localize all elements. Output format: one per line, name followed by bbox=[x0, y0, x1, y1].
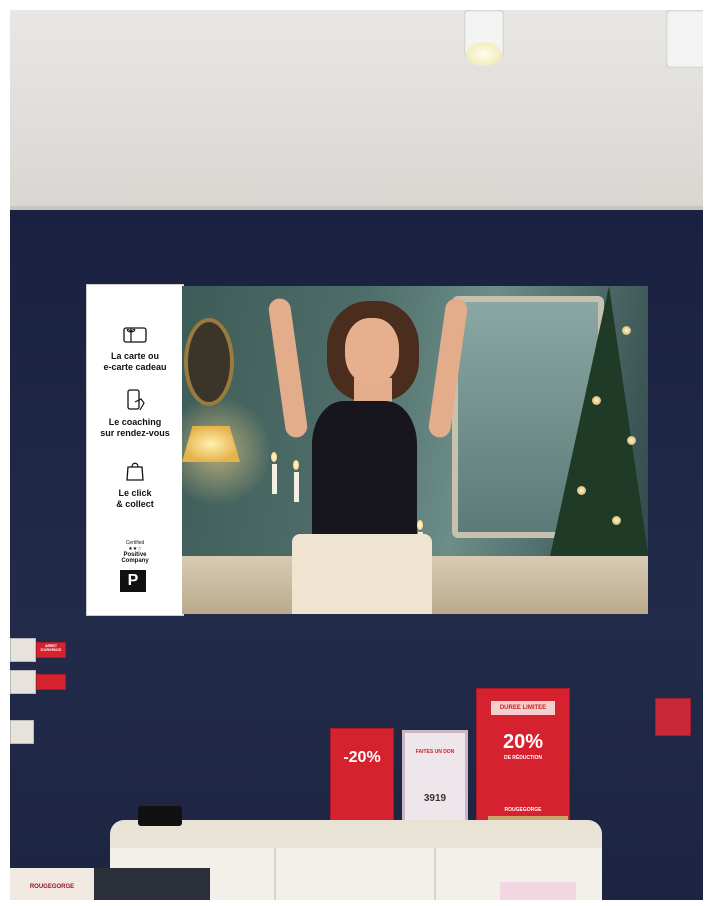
services-panel: La carte ou e-carte cadeau Le coaching s… bbox=[86, 284, 184, 616]
certified-badge: Certified ★★☆ Positive Company bbox=[87, 540, 183, 564]
service-label: Le click & collect bbox=[116, 488, 154, 509]
store-photo: La carte ou e-carte cadeau Le coaching s… bbox=[10, 10, 703, 900]
campaign-photo bbox=[182, 286, 648, 614]
promo-sign: DUREE LIMITEE 20% DE RÉDUCTION ROUGEGORG… bbox=[476, 688, 570, 822]
service-click-collect: Le click & collect bbox=[87, 460, 183, 510]
promo-header: DUREE LIMITEE bbox=[491, 701, 555, 715]
counter-divider bbox=[274, 848, 276, 900]
counter-top bbox=[110, 820, 602, 850]
positive-company-logo: P bbox=[120, 570, 146, 592]
promo-subtitle: DE RÉDUCTION bbox=[503, 755, 543, 761]
qr-card bbox=[500, 882, 576, 900]
shopping-bag-icon bbox=[126, 462, 144, 481]
donation-number: 3919 bbox=[423, 793, 447, 804]
ornament bbox=[612, 516, 621, 525]
phone-device bbox=[138, 806, 182, 826]
service-coaching: Le coaching sur rendez-vous bbox=[87, 389, 183, 439]
donation-sign: FAITES UN DON 3919 bbox=[402, 730, 468, 828]
company-text: Company bbox=[121, 558, 149, 564]
ornament bbox=[622, 326, 631, 335]
fire-safety-sign bbox=[655, 698, 691, 736]
counter-divider bbox=[434, 848, 436, 900]
candle-flame bbox=[271, 452, 277, 462]
arm bbox=[267, 297, 309, 439]
service-label: Le coaching sur rendez-vous bbox=[100, 417, 170, 438]
gift-card-icon bbox=[123, 327, 147, 343]
emergency-stop-sign: ARRET D'URGENCE bbox=[36, 642, 66, 658]
red-label bbox=[36, 674, 66, 690]
promo-brand: ROUGEGORGE bbox=[504, 807, 542, 813]
spotlight bbox=[666, 10, 703, 68]
spotlight-glow bbox=[466, 42, 502, 66]
candle bbox=[294, 472, 299, 502]
wall-switch bbox=[10, 638, 36, 662]
wall-outlet bbox=[10, 720, 34, 744]
ornament bbox=[592, 396, 601, 405]
candle-flame bbox=[293, 460, 299, 470]
urgence-text: D'URGENCE bbox=[40, 648, 62, 652]
candle bbox=[272, 464, 277, 494]
service-gift-card: La carte ou e-carte cadeau bbox=[87, 323, 183, 373]
service-label: La carte ou e-carte cadeau bbox=[103, 351, 167, 372]
discount-text: -20% bbox=[343, 749, 381, 766]
wall-portrait bbox=[184, 318, 234, 406]
desk-label: ROUGEGORGE bbox=[10, 868, 94, 900]
donation-title: FAITES UN DON bbox=[415, 749, 455, 755]
candle-flame bbox=[417, 520, 423, 530]
phone-hand-icon bbox=[127, 389, 145, 411]
ceiling bbox=[10, 10, 703, 210]
ornament bbox=[627, 436, 636, 445]
desk-brand: ROUGEGORGE bbox=[29, 884, 75, 890]
promo-percent: 20% bbox=[502, 731, 544, 753]
wall-switch bbox=[10, 670, 36, 694]
ornament bbox=[577, 486, 586, 495]
discount-sign-small: -20% bbox=[330, 728, 394, 822]
face bbox=[345, 318, 399, 384]
lace-top bbox=[312, 401, 417, 546]
cream-pants bbox=[292, 534, 432, 614]
